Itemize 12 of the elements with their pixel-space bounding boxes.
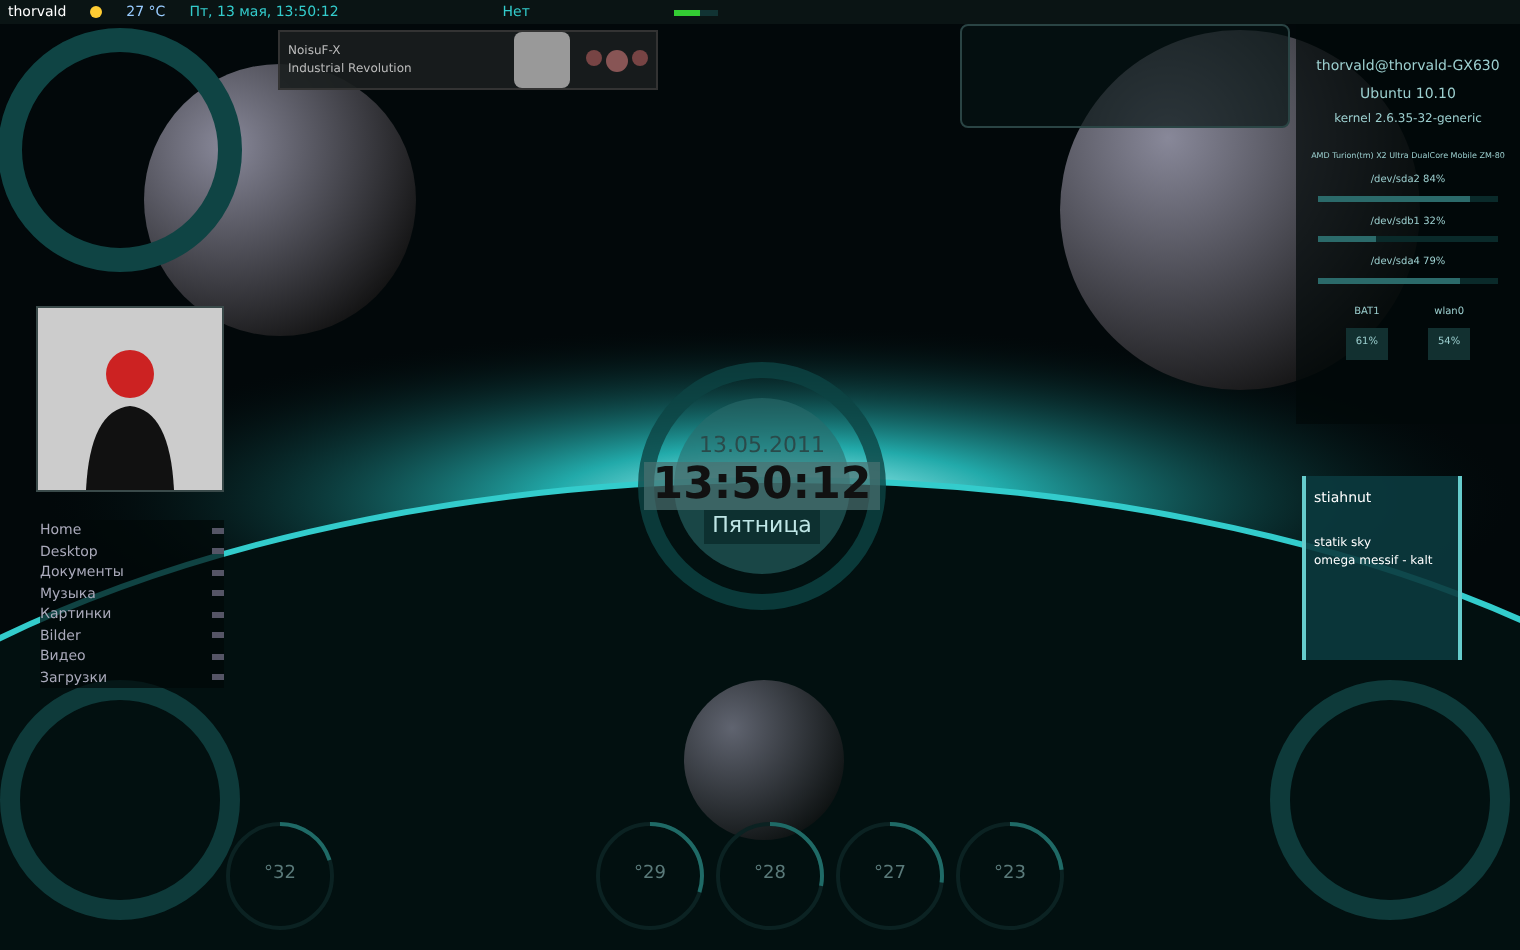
temperature-value: °32 bbox=[264, 862, 296, 889]
temperature-value: °27 bbox=[874, 862, 906, 889]
player-controls-icon[interactable] bbox=[586, 49, 648, 71]
clock-time: 13:50:12 bbox=[644, 462, 880, 510]
sun-icon bbox=[90, 6, 103, 18]
temperature-value: °28 bbox=[754, 862, 786, 889]
temperature-value: °23 bbox=[994, 862, 1026, 889]
clock-date: 13.05.2011 bbox=[699, 429, 825, 461]
battery-bar bbox=[673, 9, 718, 15]
clock-weekday: Пятница bbox=[704, 510, 820, 543]
album-cover bbox=[514, 32, 570, 88]
temperature-value: °29 bbox=[634, 862, 666, 889]
